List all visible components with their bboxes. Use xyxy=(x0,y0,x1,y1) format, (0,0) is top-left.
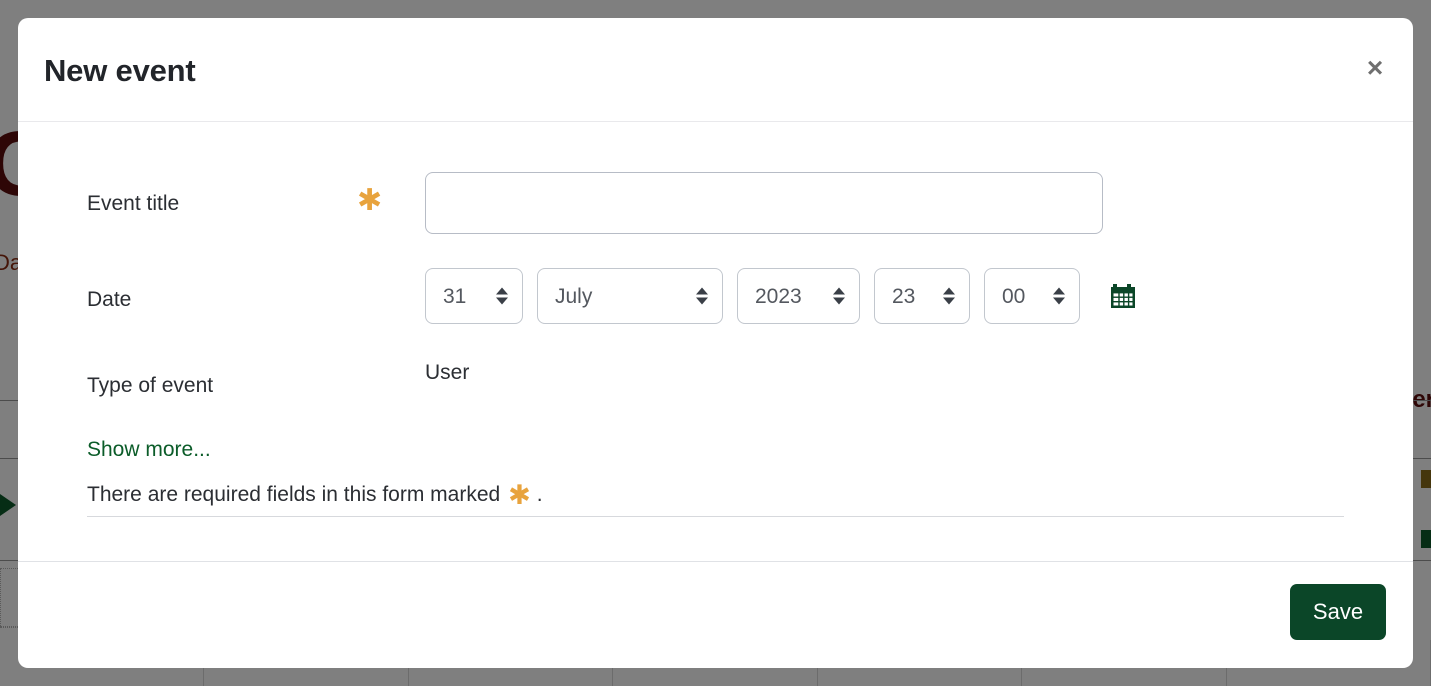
type-of-event-label: Type of event xyxy=(87,374,214,397)
required-note-text: There are required fields in this form m… xyxy=(87,483,501,506)
date-month-select[interactable]: July xyxy=(537,268,723,324)
chevron-updown-icon xyxy=(833,287,845,305)
required-note-period: . xyxy=(536,483,543,506)
chevron-updown-icon xyxy=(496,287,508,305)
date-day-select[interactable]: 31 xyxy=(425,268,523,324)
save-button[interactable]: Save xyxy=(1290,584,1386,640)
date-hour-select[interactable]: 23 xyxy=(874,268,970,324)
modal-body: Event title ✱ Date 31 July 2023 23 00 Ty… xyxy=(18,122,1413,561)
show-more-link[interactable]: Show more... xyxy=(87,439,211,460)
chevron-updown-icon xyxy=(696,287,708,305)
event-title-label: Event title xyxy=(87,192,180,215)
close-button[interactable]: × xyxy=(1355,48,1395,88)
date-month-value: July xyxy=(555,284,593,308)
event-title-input[interactable] xyxy=(425,172,1103,234)
date-label: Date xyxy=(87,288,132,311)
date-year-value: 2023 xyxy=(755,284,802,308)
close-icon: × xyxy=(1366,52,1384,83)
chevron-updown-icon xyxy=(1053,287,1065,305)
date-selectors: 31 July 2023 23 00 xyxy=(425,268,1138,324)
calendar-icon xyxy=(1111,284,1135,308)
chevron-updown-icon xyxy=(943,287,955,305)
modal-header: New event × xyxy=(18,18,1413,122)
new-event-modal: New event × Event title ✱ Date 31 July 2… xyxy=(18,18,1413,668)
date-day-value: 31 xyxy=(443,284,467,308)
date-minute-select[interactable]: 00 xyxy=(984,268,1080,324)
date-hour-value: 23 xyxy=(892,284,916,308)
form-row-type-of-event: Type of event User xyxy=(18,362,1413,402)
form-row-date: Date 31 July 2023 23 00 xyxy=(18,268,1413,330)
modal-footer: Save xyxy=(18,561,1413,668)
calendar-picker-button[interactable] xyxy=(1108,281,1138,311)
note-divider xyxy=(87,516,1344,517)
required-fields-note: There are required fields in this form m… xyxy=(87,479,1344,509)
page-title: New event xyxy=(44,53,196,88)
page-root: C Da er New event × xyxy=(0,0,1431,686)
form-row-event-title: Event title ✱ xyxy=(18,172,1413,234)
type-of-event-value: User xyxy=(425,361,470,384)
date-minute-value: 00 xyxy=(1002,284,1026,308)
required-asterisk-icon: ✱ xyxy=(508,480,531,511)
date-year-select[interactable]: 2023 xyxy=(737,268,860,324)
required-asterisk-icon: ✱ xyxy=(357,183,383,218)
